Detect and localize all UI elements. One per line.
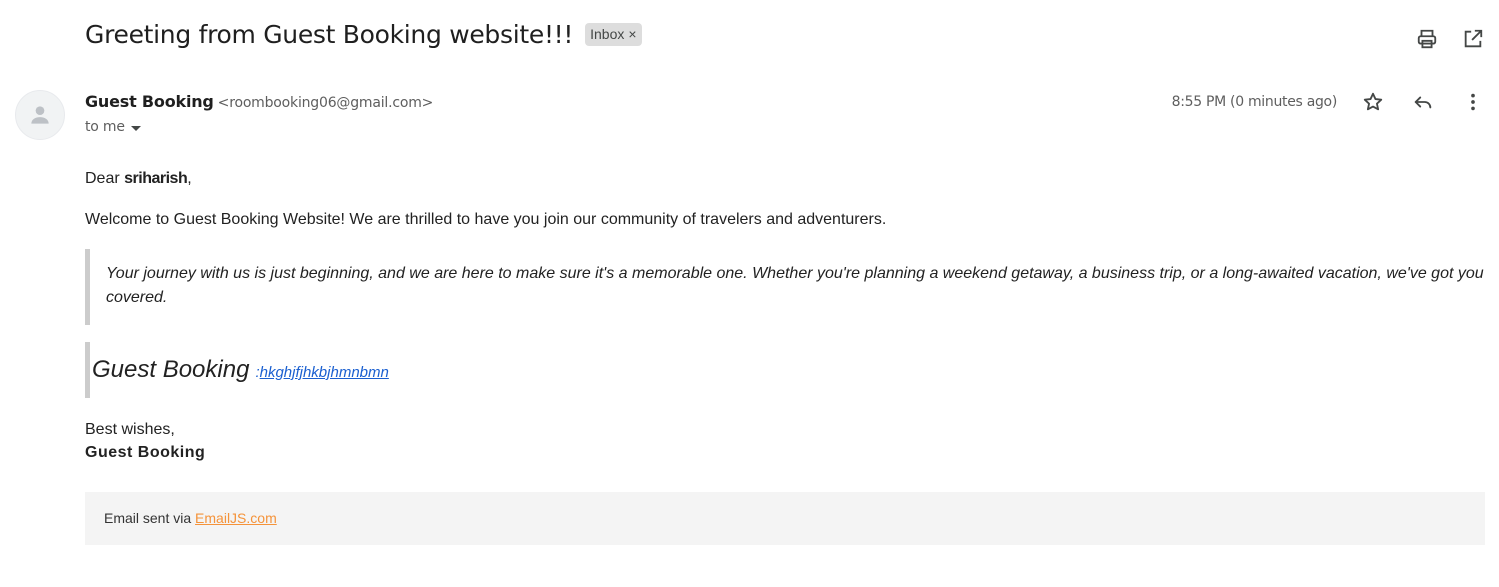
sender-email: <roombooking06@gmail.com>	[217, 95, 434, 111]
recipient-label: to me	[85, 119, 125, 135]
footer-prefix: Email sent via	[104, 510, 196, 526]
greeting: Dear sriharish,	[85, 166, 1485, 192]
label-name: Inbox	[590, 26, 625, 42]
email-footer: Email sent via EmailJS.com	[85, 492, 1485, 545]
signature-link-wrap: :hkghjfjhkbjhmnbmn	[255, 364, 388, 381]
more-vert-icon[interactable]	[1461, 90, 1485, 114]
avatar[interactable]	[15, 90, 65, 140]
recipient-details-toggle[interactable]: to me	[85, 119, 141, 135]
quote-text: Your journey with us is just beginning, …	[106, 265, 1484, 306]
timestamp: 8:55 PM (0 minutes ago)	[1171, 94, 1338, 110]
person-icon	[31, 106, 49, 124]
signature-block: Guest Booking :hkghjfjhkbjhmnbmn	[85, 342, 1485, 398]
welcome-text: Welcome to Guest Booking Website! We are…	[85, 211, 887, 228]
star-icon[interactable]	[1361, 90, 1385, 114]
sender-line: Guest Booking <roombooking06@gmail.com>	[85, 92, 433, 111]
open-in-new-window-icon[interactable]	[1461, 27, 1485, 51]
email-subject: Greeting from Guest Booking website!!!	[85, 20, 574, 49]
sender-name[interactable]: Guest Booking	[85, 92, 214, 111]
greeting-prefix: Dear	[85, 170, 125, 187]
message-body: Dear sriharish, Welcome to Guest Booking…	[85, 166, 1485, 464]
emailjs-link[interactable]: EmailJS.com	[195, 510, 277, 526]
top-actions	[1415, 27, 1485, 51]
email-view: Greeting from Guest Booking website!!! I…	[0, 0, 1499, 587]
reply-icon[interactable]	[1411, 90, 1435, 114]
subject-row: Greeting from Guest Booking website!!! I…	[85, 20, 642, 49]
signature-title: Guest Booking	[92, 356, 250, 383]
print-icon[interactable]	[1415, 27, 1439, 51]
remove-label-icon[interactable]: ×	[628, 26, 636, 42]
greeting-suffix: ,	[187, 170, 192, 187]
inbox-label-chip[interactable]: Inbox ×	[585, 23, 642, 46]
closing-team: Guest Booking	[85, 444, 206, 461]
closing-line: Best wishes,	[85, 421, 175, 438]
closing: Best wishes, Guest Booking	[85, 418, 1485, 464]
message-meta: 8:55 PM (0 minutes ago)	[1172, 90, 1485, 114]
quote-block: Your journey with us is just beginning, …	[85, 249, 1485, 325]
chevron-down-icon[interactable]	[130, 125, 141, 131]
signature-link[interactable]: hkghjfjhkbjhmnbmn	[260, 364, 389, 381]
recipient-name: sriharish	[124, 170, 188, 187]
